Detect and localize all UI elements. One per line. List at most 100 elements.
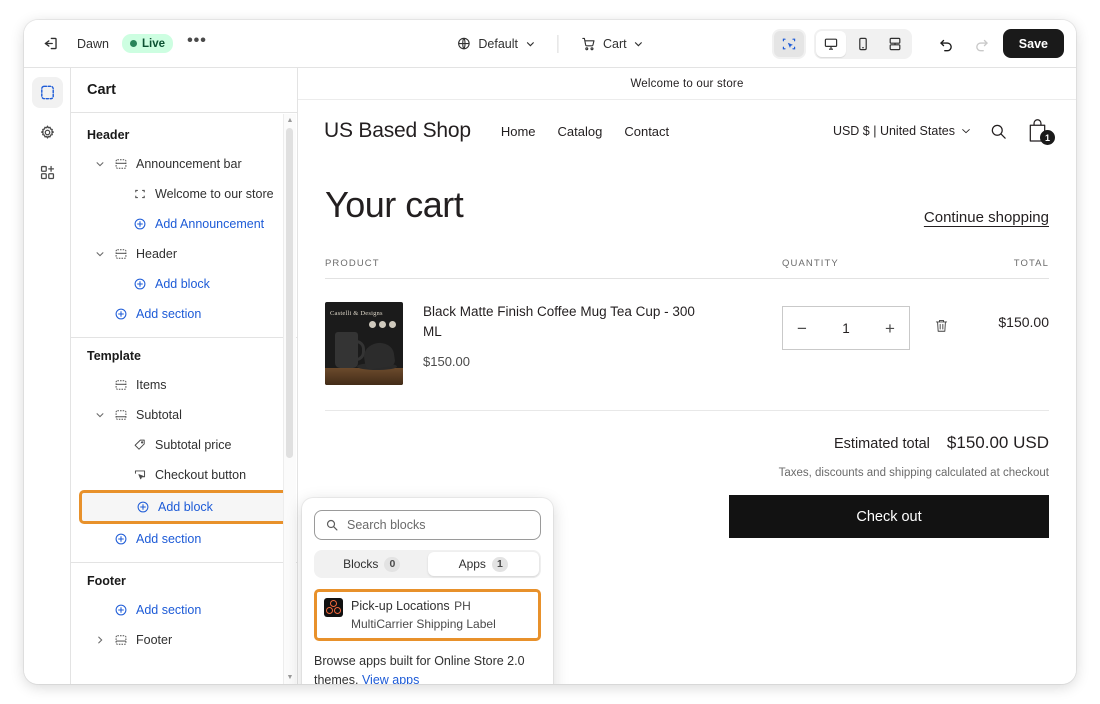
store-header: US Based Shop Home Catalog Contact USD $…: [298, 100, 1076, 162]
sidebar-item-add-section[interactable]: Add section: [79, 524, 289, 554]
nav-link-catalog[interactable]: Catalog: [558, 124, 603, 139]
chevron-down-icon[interactable]: [93, 159, 106, 169]
page-selector[interactable]: Cart: [572, 31, 652, 57]
globe-icon: [458, 37, 470, 50]
sidebar-item-label: Add Announcement: [155, 217, 265, 231]
quantity-value[interactable]: 1: [842, 321, 850, 336]
sidebar-tree[interactable]: Header Announcement bar Welcome to our sto…: [71, 113, 297, 684]
sidebar-item-add-section[interactable]: Add section: [79, 595, 289, 625]
more-options-button[interactable]: •••: [183, 30, 211, 58]
chevron-right-icon[interactable]: [93, 635, 106, 645]
continue-shopping-link[interactable]: Continue shopping: [924, 209, 1049, 226]
announcement-bar: Welcome to our store: [298, 68, 1076, 100]
add-block-popover: Blocks 0 Apps 1 Pick-up Locations PH Mul…: [302, 498, 553, 684]
chevron-down-icon[interactable]: [93, 410, 106, 420]
sidebar-item-label: Add section: [136, 603, 202, 617]
footer-icon: [113, 633, 129, 647]
sidebar-item-label: Footer: [136, 633, 173, 647]
undo-icon[interactable]: [933, 30, 960, 57]
app-logo-icon: [324, 598, 343, 617]
estimated-total-row: Estimated total $150.00 USD: [325, 433, 1049, 453]
desktop-icon[interactable]: [815, 30, 846, 57]
cart-bag-icon[interactable]: 1: [1026, 118, 1055, 145]
rail-item-settings[interactable]: [32, 117, 63, 148]
sidebar-item-add-section[interactable]: Add section: [79, 299, 289, 329]
fullscreen-icon[interactable]: [880, 31, 910, 57]
tab-blocks[interactable]: Blocks 0: [316, 552, 428, 576]
chevron-down-icon[interactable]: [93, 249, 106, 259]
sidebar-item-footer[interactable]: Footer: [79, 625, 289, 655]
exit-icon[interactable]: [36, 30, 64, 58]
store-header-actions: USD $ | United States 1: [833, 118, 1055, 145]
search-input[interactable]: [347, 518, 530, 532]
sidebar-scrollbar[interactable]: ▲ ▼: [283, 114, 296, 684]
rail-item-apps[interactable]: [32, 157, 63, 188]
checkout-button[interactable]: Check out: [729, 495, 1049, 538]
sidebar-item-items[interactable]: Items: [79, 370, 289, 400]
scrollbar-thumb[interactable]: [286, 128, 293, 458]
plus-circle-icon: [113, 307, 129, 321]
sidebar-item-add-block[interactable]: Add block: [79, 269, 289, 299]
sidebar-item-subtotal-price[interactable]: Subtotal price: [79, 430, 289, 460]
sidebar-item-subtotal[interactable]: Subtotal: [79, 400, 289, 430]
device-view-group: [813, 28, 912, 59]
quantity-stepper[interactable]: − 1 +: [782, 306, 910, 350]
sidebar-item-checkout-button[interactable]: Checkout button: [79, 460, 289, 490]
sidebar-item-announcement-bar[interactable]: Announcement bar: [79, 149, 289, 179]
theme-selector[interactable]: Default: [448, 31, 543, 56]
sidebar-item-add-block[interactable]: Add block: [79, 490, 289, 524]
live-dot-icon: [129, 40, 137, 47]
save-button[interactable]: Save: [1002, 29, 1064, 58]
tab-apps-label: Apps: [458, 557, 486, 571]
plus-circle-icon: [113, 532, 129, 546]
thumbnail-brand-text: Castelli & Designs: [330, 310, 383, 317]
mobile-icon[interactable]: [848, 31, 878, 57]
nav-link-home[interactable]: Home: [501, 124, 536, 139]
trash-icon[interactable]: [934, 318, 949, 339]
rail-item-sections[interactable]: [31, 77, 63, 108]
nav-link-contact[interactable]: Contact: [624, 124, 669, 139]
sidebar-item-welcome-to-our-store[interactable]: Welcome to our store: [79, 179, 289, 209]
thumbnail-table: [325, 368, 403, 385]
store-logo: US Based Shop: [324, 119, 471, 142]
toolbar-divider: [556, 34, 558, 53]
cart-heading: Your cart: [325, 184, 464, 225]
select-pointer-icon[interactable]: [773, 30, 804, 57]
sidebar-item-header[interactable]: Header: [79, 239, 289, 269]
section-icon: [113, 247, 129, 261]
locale-selector[interactable]: USD $ | United States: [833, 124, 971, 138]
product-thumbnail[interactable]: Castelli & Designs: [325, 302, 403, 385]
tab-apps[interactable]: Apps 1: [427, 552, 539, 576]
sidebar-header: Cart: [71, 68, 297, 113]
column-header-quantity: QUANTITY: [782, 258, 839, 269]
sidebar-group-label: Template: [87, 349, 141, 363]
thumbnail-mug-upright: [335, 332, 365, 368]
product-title[interactable]: Black Matte Finish Coffee Mug Tea Cup - …: [423, 302, 708, 341]
quantity-decrease-button[interactable]: −: [797, 320, 807, 337]
sidebar-item-label: Subtotal: [136, 408, 182, 422]
line-item-total: $150.00: [998, 314, 1049, 330]
thumbnail-decor: [369, 321, 396, 328]
sidebar-item-add-announcement[interactable]: Add Announcement: [79, 209, 289, 239]
sections-sidebar: Cart Header Announcement bar Welcome to ou…: [71, 68, 298, 684]
search-icon[interactable]: [989, 122, 1008, 141]
redo-icon: [968, 30, 995, 57]
view-apps-link[interactable]: View apps: [362, 673, 419, 684]
quantity-increase-button[interactable]: +: [885, 320, 895, 337]
sidebar-item-label: Checkout button: [155, 468, 247, 482]
search-blocks-field[interactable]: [314, 510, 541, 540]
store-nav: Home Catalog Contact: [501, 124, 669, 139]
app-block-pickup-locations[interactable]: Pick-up Locations PH MultiCarrier Shippi…: [314, 589, 541, 641]
toolbar-center-group: Default Cart: [448, 31, 651, 57]
scroll-up-icon[interactable]: ▲: [287, 117, 294, 124]
sidebar-divider: [71, 337, 297, 338]
plus-circle-icon: [113, 603, 129, 617]
section-icon: [113, 157, 129, 171]
cart-header-row: Your cart Continue shopping: [325, 184, 1049, 226]
cart-count-badge: 1: [1040, 130, 1055, 145]
cart-item-text: Black Matte Finish Coffee Mug Tea Cup - …: [423, 302, 708, 385]
sidebar-group-label: Footer: [87, 574, 126, 588]
scroll-down-icon[interactable]: ▼: [287, 674, 294, 681]
plus-circle-icon: [132, 277, 148, 291]
toolbar-right-group: Save: [771, 28, 1064, 59]
